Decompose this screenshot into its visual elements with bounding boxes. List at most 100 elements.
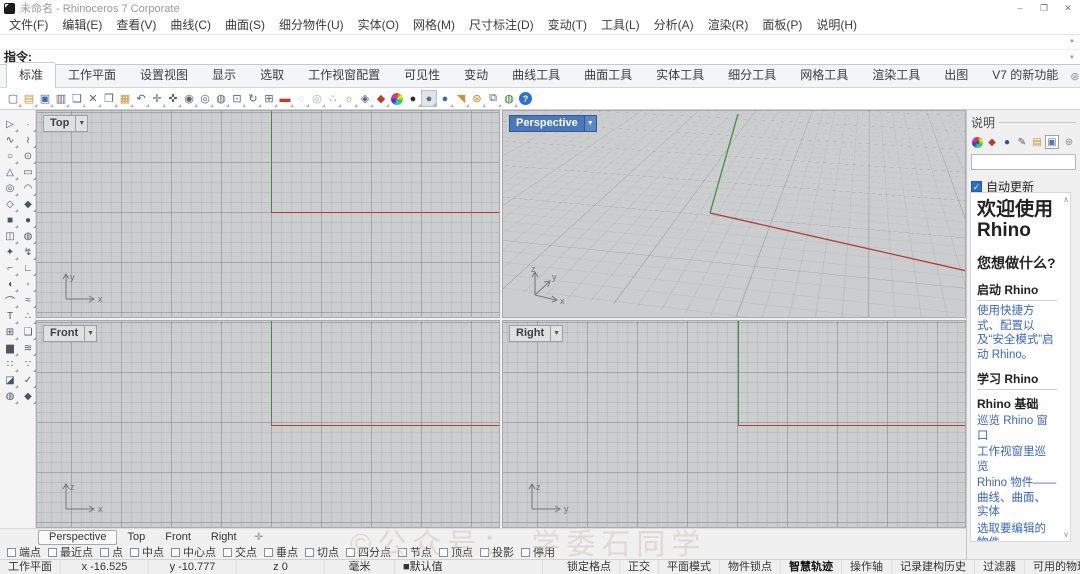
snap-option[interactable]: 中点 [130,544,164,560]
object-snap-icon[interactable]: ∴ [325,90,341,107]
toolbar-tab[interactable]: 选取 [248,63,296,87]
menu-item[interactable]: 工具(L) [594,16,647,34]
snap-option[interactable]: 节点 [398,544,432,560]
help-tab-icon[interactable]: ▣ [1045,135,1059,149]
paste-icon[interactable]: ▦ [117,90,133,107]
show-object-icon[interactable]: ◎ [309,90,325,107]
snap-option[interactable]: 四分点 [346,544,391,560]
toolbar-tab[interactable]: 变动 [452,63,500,87]
menu-item[interactable]: 文件(F) [2,16,55,34]
toolbar-tab[interactable]: 显示 [200,63,248,87]
status-cell[interactable]: 正交 [620,560,659,574]
undo-icon[interactable]: ↶ [133,90,149,107]
cylinder-icon[interactable]: ◫ [2,229,18,244]
menu-item[interactable]: 网格(M) [406,16,462,34]
help-search-input[interactable] [971,154,1076,170]
new-file-icon[interactable]: ▢ [5,90,21,107]
restore-button[interactable]: ❐ [1032,0,1056,16]
curve-tools-icon[interactable]: ⌒ [2,293,18,308]
render-tab-icon[interactable]: ◆ [985,135,999,149]
circle-icon[interactable]: ○ [2,149,18,164]
block-icon[interactable]: ❏ [20,325,36,340]
status-cell[interactable]: 可用的物理内存: 4178 MB [1025,560,1080,574]
help-content-item[interactable]: 巡览 Rhino 窗口 [977,414,1057,443]
surface-icon[interactable]: ◇ [2,197,18,212]
solid-tools-icon[interactable]: ◍ [20,229,36,244]
menu-item[interactable]: 查看(V) [109,16,163,34]
shade-icon[interactable]: ◍ [2,389,18,404]
extrude-icon[interactable]: ▆ [2,341,18,356]
zoom-window-icon[interactable]: ◎ [197,90,213,107]
status-cell[interactable]: 过滤器 [975,560,1025,574]
status-cell[interactable]: 物件锁点 [720,560,781,574]
menu-item[interactable]: 编辑(E) [55,16,109,34]
ghosted-display-icon[interactable]: ● [421,90,437,107]
auto-update-checkbox[interactable]: ✓ [971,181,982,192]
status-cell[interactable]: y -10.777 [149,560,237,574]
save-icon[interactable]: ▣ [37,90,53,107]
curve-icon[interactable]: ∿ [2,133,18,148]
hide-object-icon[interactable]: ◌ [293,90,309,107]
snap-checkbox[interactable] [480,547,489,557]
chevron-down-icon[interactable]: ▼ [85,325,98,342]
help-content-item[interactable]: 欢迎使用 Rhino [977,199,1057,241]
toolbar-tab[interactable]: 曲面工具 [572,63,644,87]
chevron-down-icon[interactable]: ▼ [584,115,597,132]
zoom-icon[interactable]: ◉ [181,90,197,107]
help-content-item[interactable]: 启动 Rhino [977,281,1057,301]
point-cloud-icon[interactable]: ∴ [20,309,36,324]
polar-array-icon[interactable]: ∵ [20,357,36,372]
scroll-up-icon[interactable]: ▲ [1069,38,1075,44]
snap-checkbox[interactable] [439,547,448,557]
status-cell[interactable]: ■默认值 [395,560,543,574]
viewport-top[interactable]: Top ▼ y x [36,110,500,318]
group-icon[interactable]: ⊞ [2,325,18,340]
zoom-extents-icon[interactable]: ⊡ [229,90,245,107]
eraser-icon[interactable]: ▬ [277,90,293,107]
fullscreen-icon[interactable]: ⧉ [485,90,501,107]
viewport-tab[interactable]: Top [117,531,155,544]
materials-tab-icon[interactable]: ● [972,136,983,148]
box-icon[interactable]: ■ [2,213,18,228]
export-icon[interactable]: ❏ [69,90,85,107]
snap-checkbox[interactable] [521,547,530,557]
join-icon[interactable]: ◖ [2,277,18,292]
earth-icon[interactable]: ◍ [501,90,517,107]
files-tab-icon[interactable]: ▤ [1030,135,1044,149]
control-point-curve-icon[interactable]: ≀ [20,133,36,148]
snap-option[interactable]: 最近点 [48,544,93,560]
close-button[interactable]: ✕ [1056,0,1080,16]
snap-checkbox[interactable] [398,547,407,557]
help-content-item[interactable]: 工作视窗里巡览 [977,445,1057,474]
viewport-tab[interactable]: Perspective [38,529,118,545]
menu-item[interactable]: 尺寸标注(D) [462,16,541,34]
sphere-icon[interactable]: ● [20,213,36,228]
help-content-item[interactable]: 选取要编辑的物件 [977,522,1057,542]
scroll-down-icon[interactable]: ▼ [1069,55,1075,61]
point-icon[interactable]: ∙ [20,117,36,132]
arc-icon[interactable]: ◠ [20,181,36,196]
menu-item[interactable]: 面板(P) [755,16,809,34]
toolbar-tab[interactable]: 设置视图 [128,63,200,87]
status-cell[interactable]: 毫米 [325,560,395,574]
zoom-dynamic-icon[interactable]: ◍ [213,90,229,107]
snap-checkbox[interactable] [346,547,355,557]
move-icon[interactable]: ✜ [165,90,181,107]
toolbar-tab[interactable]: 出图 [932,63,980,87]
menu-item[interactable]: 曲线(C) [163,16,218,34]
snap-option[interactable]: 点 [100,544,123,560]
help-icon[interactable]: ? [519,92,532,105]
status-cell[interactable]: 智慧轨迹 [781,560,842,574]
snap-option[interactable]: 中心点 [171,544,216,560]
panel-gear-icon[interactable]: ⊛ [1062,135,1076,149]
viewport-layout-icon[interactable]: ⊞ [261,90,277,107]
rotate-view-icon[interactable]: ↻ [245,90,261,107]
scroll-down-icon[interactable]: ∨ [1063,530,1069,539]
toolbar-tab[interactable]: V7 的新功能 [980,63,1070,87]
scroll-up-icon[interactable]: ∧ [1063,195,1069,204]
tab-gear-icon[interactable]: ⊛ [1070,70,1079,83]
viewport-perspective-label[interactable]: Perspective ▼ [509,115,597,132]
copy-icon[interactable]: ❐ [101,90,117,107]
menu-item[interactable]: 分析(A) [647,16,701,34]
status-cell[interactable]: 平面模式 [659,560,720,574]
